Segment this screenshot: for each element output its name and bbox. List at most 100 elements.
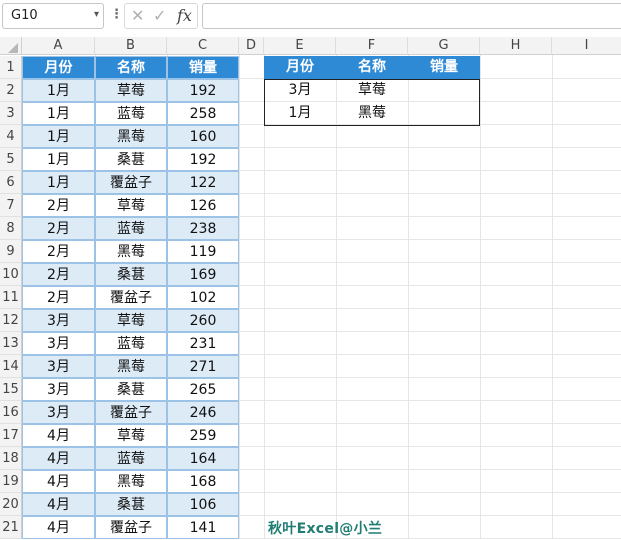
- table-cell[interactable]: 1月: [22, 148, 95, 171]
- row-header[interactable]: 12: [0, 309, 22, 332]
- row-header[interactable]: 18: [0, 447, 22, 470]
- table-cell[interactable]: 覆盆子: [95, 171, 167, 194]
- table-cell[interactable]: 1月: [22, 79, 95, 102]
- insert-function-icon[interactable]: fx: [177, 7, 192, 25]
- select-all-corner[interactable]: [0, 37, 22, 55]
- table-cell[interactable]: 192: [167, 148, 239, 171]
- table-cell[interactable]: 271: [167, 355, 239, 378]
- table-cell[interactable]: 3月: [22, 355, 95, 378]
- table-cell[interactable]: 1月: [22, 125, 95, 148]
- table-cell[interactable]: 桑葚: [95, 378, 167, 401]
- column-header-g[interactable]: G: [408, 37, 480, 55]
- table-header-cell[interactable]: 月份: [22, 56, 95, 79]
- row-header[interactable]: 20: [0, 493, 22, 516]
- table-cell[interactable]: 3月: [22, 401, 95, 424]
- table-cell[interactable]: 蓝莓: [95, 447, 167, 470]
- lookup-header-cell[interactable]: 名称: [336, 56, 408, 79]
- lookup-header-cell[interactable]: 月份: [264, 56, 336, 79]
- more-options-icon[interactable]: ⋮: [110, 7, 123, 23]
- table-cell[interactable]: 1月: [22, 171, 95, 194]
- row-header[interactable]: 16: [0, 401, 22, 424]
- confirm-icon[interactable]: ✓: [153, 7, 166, 25]
- row-header[interactable]: 5: [0, 148, 22, 171]
- column-header-d[interactable]: D: [239, 37, 264, 55]
- row-header[interactable]: 9: [0, 240, 22, 263]
- row-header[interactable]: 14: [0, 355, 22, 378]
- column-header-e[interactable]: E: [264, 37, 336, 55]
- table-cell[interactable]: 238: [167, 217, 239, 240]
- table-cell[interactable]: 168: [167, 470, 239, 493]
- table-cell[interactable]: 169: [167, 263, 239, 286]
- table-cell[interactable]: 覆盆子: [95, 516, 167, 539]
- table-cell[interactable]: 192: [167, 79, 239, 102]
- table-cell[interactable]: 260: [167, 309, 239, 332]
- table-cell[interactable]: 258: [167, 102, 239, 125]
- row-header[interactable]: 17: [0, 424, 22, 447]
- table-header-cell[interactable]: 名称: [95, 56, 167, 79]
- column-header-h[interactable]: H: [480, 37, 552, 55]
- table-cell[interactable]: 覆盆子: [95, 286, 167, 309]
- row-header[interactable]: 8: [0, 217, 22, 240]
- column-header-a[interactable]: A: [22, 37, 95, 55]
- table-cell[interactable]: 246: [167, 401, 239, 424]
- table-cell[interactable]: 2月: [22, 263, 95, 286]
- table-cell[interactable]: 草莓: [95, 194, 167, 217]
- cancel-icon[interactable]: ✕: [131, 7, 144, 25]
- table-cell[interactable]: 141: [167, 516, 239, 539]
- table-cell[interactable]: 4月: [22, 493, 95, 516]
- table-header-cell[interactable]: 销量: [167, 56, 239, 79]
- table-cell[interactable]: 164: [167, 447, 239, 470]
- table-cell[interactable]: 2月: [22, 217, 95, 240]
- table-cell[interactable]: 覆盆子: [95, 401, 167, 424]
- table-cell[interactable]: 126: [167, 194, 239, 217]
- row-header[interactable]: 6: [0, 171, 22, 194]
- lookup-header-cell[interactable]: 销量: [408, 56, 480, 79]
- table-cell[interactable]: 蓝莓: [95, 332, 167, 355]
- column-header-c[interactable]: C: [167, 37, 239, 55]
- row-header[interactable]: 15: [0, 378, 22, 401]
- row-header[interactable]: 10: [0, 263, 22, 286]
- table-cell[interactable]: 2月: [22, 286, 95, 309]
- table-cell[interactable]: 119: [167, 240, 239, 263]
- table-cell[interactable]: 4月: [22, 424, 95, 447]
- table-cell[interactable]: 黑莓: [95, 470, 167, 493]
- name-box[interactable]: G10 ▾: [2, 3, 104, 29]
- table-cell[interactable]: 160: [167, 125, 239, 148]
- column-header-b[interactable]: B: [95, 37, 167, 55]
- chevron-down-icon[interactable]: ▾: [94, 9, 99, 20]
- row-header[interactable]: 7: [0, 194, 22, 217]
- table-cell[interactable]: 3月: [22, 378, 95, 401]
- table-cell[interactable]: 黑莓: [95, 355, 167, 378]
- table-cell[interactable]: 草莓: [95, 424, 167, 447]
- table-cell[interactable]: 3月: [22, 309, 95, 332]
- table-cell[interactable]: 102: [167, 286, 239, 309]
- table-cell[interactable]: 黑莓: [95, 240, 167, 263]
- table-cell[interactable]: 桑葚: [95, 493, 167, 516]
- row-header[interactable]: 13: [0, 332, 22, 355]
- table-cell[interactable]: 黑莓: [95, 125, 167, 148]
- table-cell[interactable]: 蓝莓: [95, 102, 167, 125]
- table-cell[interactable]: 草莓: [95, 309, 167, 332]
- table-cell[interactable]: 2月: [22, 194, 95, 217]
- column-header-f[interactable]: F: [336, 37, 408, 55]
- table-cell[interactable]: 4月: [22, 516, 95, 539]
- table-cell[interactable]: 3月: [22, 332, 95, 355]
- table-cell[interactable]: 蓝莓: [95, 217, 167, 240]
- table-cell[interactable]: 265: [167, 378, 239, 401]
- table-cell[interactable]: 122: [167, 171, 239, 194]
- table-cell[interactable]: 1月: [22, 102, 95, 125]
- table-cell[interactable]: 桑葚: [95, 263, 167, 286]
- table-cell[interactable]: 231: [167, 332, 239, 355]
- row-header[interactable]: 19: [0, 470, 22, 493]
- table-cell[interactable]: 106: [167, 493, 239, 516]
- table-cell[interactable]: 4月: [22, 447, 95, 470]
- row-header[interactable]: 1: [0, 56, 22, 79]
- formula-input[interactable]: [202, 3, 621, 29]
- table-cell[interactable]: 2月: [22, 240, 95, 263]
- table-cell[interactable]: 4月: [22, 470, 95, 493]
- row-header[interactable]: 21: [0, 516, 22, 539]
- table-cell[interactable]: 草莓: [95, 79, 167, 102]
- table-cell[interactable]: 桑葚: [95, 148, 167, 171]
- table-cell[interactable]: 259: [167, 424, 239, 447]
- column-header-i[interactable]: I: [552, 37, 621, 55]
